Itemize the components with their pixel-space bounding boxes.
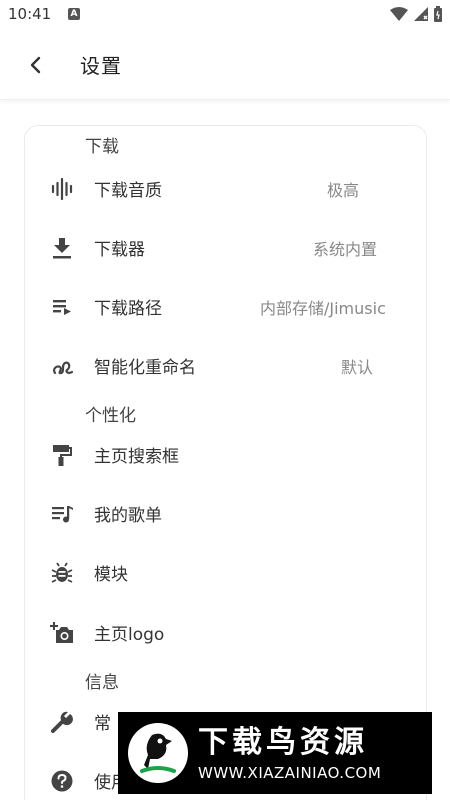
status-time: 10:41	[8, 5, 52, 23]
bird-logo-icon	[128, 723, 188, 783]
row-value: 默认	[341, 358, 374, 377]
download-icon	[50, 236, 74, 260]
signature-icon	[50, 354, 74, 378]
notification-icon: A	[68, 8, 80, 20]
row-value: 系统内置	[313, 240, 378, 259]
setting-download-quality[interactable]: 下载音质 极高	[24, 159, 427, 218]
section-header-info: 信息	[85, 673, 119, 693]
status-icons	[390, 6, 442, 22]
add-photo-icon	[50, 621, 74, 645]
row-label: 我的歌单	[94, 506, 162, 526]
row-label: 主页logo	[94, 625, 165, 645]
back-button[interactable]	[22, 52, 48, 78]
setting-modules[interactable]: 模块	[24, 543, 427, 602]
watermark-url: WWW.XIAZAINIAO.COM	[198, 764, 382, 782]
app-bar: 设置	[0, 30, 450, 100]
battery-icon	[434, 6, 442, 22]
section-header-download: 下载	[85, 137, 119, 157]
waveform-icon	[50, 177, 74, 201]
watermark-title: 下载鸟资源	[198, 725, 368, 760]
bug-icon	[50, 561, 74, 585]
status-bar: 10:41 A	[0, 0, 450, 30]
page-title: 设置	[80, 54, 122, 78]
setting-smart-rename[interactable]: 智能化重命名 默认	[24, 336, 427, 395]
wifi-icon	[390, 7, 408, 21]
setting-downloader[interactable]: 下载器 系统内置	[24, 218, 427, 277]
paint-roller-icon	[50, 443, 74, 467]
playlist-play-icon	[50, 295, 74, 319]
row-label: 智能化重命名	[94, 358, 196, 378]
wrench-icon	[50, 710, 74, 734]
row-label: 常	[94, 714, 111, 734]
chevron-left-icon	[30, 56, 41, 74]
row-label: 下载器	[94, 240, 145, 260]
watermark-banner: 下载鸟资源 WWW.XIAZAINIAO.COM	[118, 712, 432, 794]
setting-home-logo[interactable]: 主页logo	[24, 603, 427, 662]
signal-icon	[414, 7, 428, 21]
row-label: 下载路径	[94, 299, 162, 319]
row-value: 极高	[327, 181, 360, 200]
row-label: 下载音质	[94, 181, 162, 201]
watermark-text: 下载鸟资源 WWW.XIAZAINIAO.COM	[198, 723, 381, 783]
setting-my-playlists[interactable]: 我的歌单	[24, 484, 427, 543]
row-value: 内部存储/Jimusic	[260, 299, 386, 318]
row-label: 模块	[94, 565, 128, 585]
setting-home-search-box[interactable]: 主页搜索框	[24, 425, 427, 484]
help-circle-icon	[50, 769, 74, 793]
section-header-personalize: 个性化	[85, 406, 136, 426]
music-list-icon	[50, 502, 74, 526]
setting-download-path[interactable]: 下载路径 内部存储/Jimusic	[24, 277, 427, 336]
row-label: 主页搜索框	[94, 447, 179, 467]
